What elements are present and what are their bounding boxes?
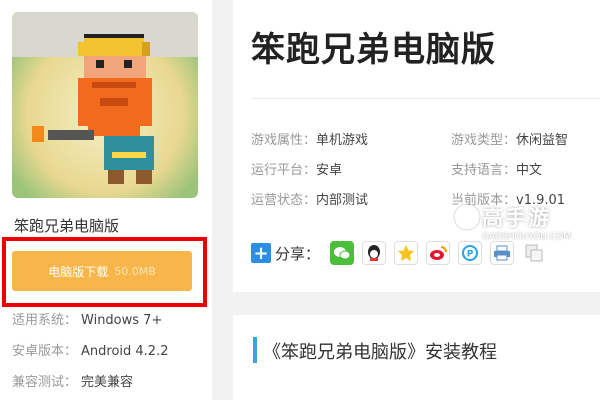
attr-value: 安卓 [316, 163, 343, 178]
install-tutorial-card: 《笨跑兄弟电脑版》安装教程 [233, 315, 600, 400]
attr-language: 支持语言：中文 [451, 159, 542, 178]
plus-icon[interactable]: + [251, 243, 271, 264]
weibo-icon[interactable] [426, 241, 451, 265]
tutorial-heading: 《笨跑兄弟电脑版》安装教程 [263, 342, 497, 363]
attr-label: 运营状态： [251, 193, 317, 208]
qq-icon[interactable] [362, 241, 387, 265]
watermark-text: 高手游 [482, 206, 551, 230]
attr-value: 休闲益智 [516, 133, 569, 148]
attr-game-type: 游戏类型：休闲益智 [451, 129, 568, 148]
attr-value: 中文 [516, 163, 543, 178]
attr-platform: 运行平台：安卓 [251, 159, 342, 178]
attr-label: 游戏属性： [251, 133, 317, 148]
svg-text:P: P [467, 250, 474, 260]
spec-row-system: 适用系统： Windows 7+ [12, 309, 162, 328]
attr-label: 支持语言： [451, 163, 517, 178]
download-size: 50.0MB [114, 264, 156, 278]
section-accent-bar [253, 337, 257, 363]
game-info-card: 笨跑兄弟电脑版 游戏属性：单机游戏 游戏类型：休闲益智 运行平台：安卓 支持语言… [233, 0, 600, 292]
attr-value: 内部测试 [316, 193, 369, 208]
download-pc-button[interactable]: 电脑版下载 50.0MB [12, 251, 192, 291]
gaoshouyou-logo-icon [452, 202, 482, 232]
spec-row-compat: 兼容测试： 完美兼容 [12, 371, 133, 390]
spec-value: 完美兼容 [81, 375, 134, 390]
spec-row-android: 安卓版本： Android 4.2.2 [12, 340, 169, 359]
attr-status: 运营状态：内部测试 [251, 189, 368, 208]
page-title: 笨跑兄弟电脑版 [251, 30, 496, 70]
copy-icon[interactable] [522, 241, 546, 265]
print-icon[interactable] [490, 241, 515, 265]
spec-label: 兼容测试： [12, 375, 78, 390]
attr-value: 单机游戏 [316, 133, 369, 148]
share-label: 分享： [275, 244, 321, 263]
pengyou-icon[interactable]: P [458, 241, 483, 265]
attr-game-property: 游戏属性：单机游戏 [251, 129, 368, 148]
wechat-icon[interactable] [330, 241, 355, 265]
download-button-label: 电脑版下载 [48, 264, 109, 279]
spec-value: Android 4.2.2 [81, 344, 169, 359]
game-icon-image[interactable] [12, 12, 198, 198]
game-sidebar-card: 笨跑兄弟电脑版 电脑版下载 50.0MB 适用系统： Windows 7+ 安卓版… [0, 0, 212, 400]
spec-label: 安卓版本： [12, 344, 78, 359]
attr-label: 运行平台： [251, 163, 317, 178]
attr-label: 游戏类型： [451, 133, 517, 148]
spec-value: Windows 7+ [81, 313, 163, 328]
share-bar: + 分享： P [251, 240, 554, 266]
qzone-icon[interactable] [394, 241, 419, 265]
game-name: 笨跑兄弟电脑版 [14, 217, 120, 235]
divider [251, 98, 600, 99]
spec-label: 适用系统： [12, 313, 78, 328]
